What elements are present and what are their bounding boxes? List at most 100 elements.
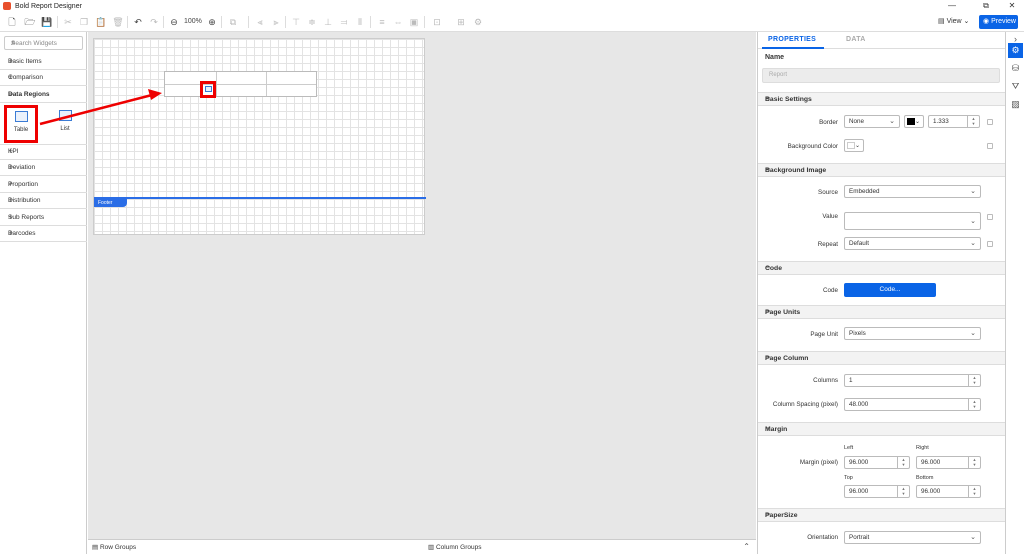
copy-icon[interactable]: ❐ — [78, 16, 90, 28]
minimize-button[interactable]: — — [942, 0, 962, 12]
align-left-icon[interactable]: ⫷ — [254, 16, 266, 28]
category-data-regions[interactable]: Data Regions − — [0, 87, 87, 103]
background-color-picker[interactable]: ⌄ — [844, 139, 864, 152]
close-button[interactable]: ✕ — [1002, 0, 1022, 12]
orientation-select[interactable]: Portrait ⌄ — [844, 531, 981, 544]
filter-icon[interactable]: ⛛ — [1008, 79, 1023, 94]
plus-icon: + — [8, 228, 14, 238]
spinner-icon[interactable]: ▲ ▼ — [967, 116, 979, 127]
cut-icon[interactable]: ✂ — [62, 16, 74, 28]
spinner-icon[interactable]: ▲ ▼ — [968, 486, 980, 497]
align-top-icon[interactable]: ⊤ — [290, 16, 302, 28]
save-icon[interactable]: 💾 — [41, 16, 53, 28]
section-basic-settings[interactable]: Basic Settings − — [758, 92, 1006, 106]
category-kpi[interactable]: KPI + — [0, 144, 87, 160]
image-icon[interactable]: ▨ — [1008, 97, 1023, 112]
border-width-input[interactable]: 1.333 ▲ ▼ — [928, 115, 980, 128]
zoom-level[interactable]: 100% — [184, 16, 202, 28]
tab-data[interactable]: DATA — [846, 36, 866, 43]
settings-icon[interactable]: ⚙ — [472, 16, 484, 28]
redo-icon[interactable]: ↷ — [148, 16, 160, 28]
open-folder-icon[interactable]: 🗁 — [24, 16, 36, 28]
spinner-icon[interactable]: ▲ ▼ — [897, 457, 909, 468]
page-unit-select[interactable]: Pixels ⌄ — [844, 327, 981, 340]
spinner-icon[interactable]: ▲ ▼ — [968, 375, 980, 386]
category-basic-items[interactable]: Basic Items + — [0, 54, 87, 70]
tab-properties[interactable]: PROPERTIES — [768, 36, 816, 43]
repeat-select[interactable]: Default ⌄ — [844, 237, 981, 250]
spinner-icon[interactable]: ▲ ▼ — [897, 486, 909, 497]
same-width-icon[interactable]: ⇔ — [392, 16, 404, 28]
gear-icon[interactable]: ⚙ — [1008, 43, 1023, 58]
maximize-button[interactable]: ⧉ — [976, 0, 996, 12]
spinner-icon[interactable]: ▲ ▼ — [968, 399, 980, 410]
section-background-image[interactable]: Background Image − — [758, 163, 1006, 177]
category-proportion[interactable]: Proportion + — [0, 177, 87, 193]
distribute-icon[interactable]: ⫴ — [354, 16, 366, 28]
value-input[interactable]: ⌄ — [844, 212, 981, 230]
snap-icon[interactable]: ⊡ — [431, 16, 443, 28]
view-dropdown[interactable]: ▤ View ⌄ — [938, 16, 969, 28]
zoom-out-icon[interactable]: ⊖ — [168, 16, 180, 28]
row-groups-button[interactable]: ▤ Row Groups — [92, 543, 136, 551]
margin-right-input[interactable]: 96.000 ▲ ▼ — [916, 456, 981, 469]
column-groups-button[interactable]: ▥ Column Groups — [428, 543, 481, 551]
table-report-item[interactable] — [164, 71, 317, 97]
properties-tabs: PROPERTIES DATA — [758, 32, 1006, 49]
zoom-in-icon[interactable]: ⊕ — [206, 16, 218, 28]
section-code[interactable]: Code − — [758, 261, 1006, 275]
border-checkbox[interactable] — [987, 119, 993, 125]
spinner-icon[interactable]: ▲ ▼ — [968, 457, 980, 468]
category-deviation[interactable]: Deviation + — [0, 160, 87, 176]
footer-label[interactable]: Footer — [94, 199, 127, 207]
table-widget[interactable]: Table — [4, 105, 38, 143]
category-barcodes[interactable]: Barcodes + — [0, 226, 87, 242]
section-margin[interactable]: Margin − — [758, 422, 1006, 436]
section-page-column[interactable]: Page Column − — [758, 351, 1006, 365]
grid-icon[interactable]: ⊞ — [455, 16, 467, 28]
delete-icon[interactable]: 🗑 — [112, 16, 124, 28]
background-color-checkbox[interactable] — [987, 143, 993, 149]
section-page-units[interactable]: Page Units − — [758, 305, 1006, 319]
search-widgets-input[interactable]: Search Widgets ⌕ — [4, 36, 83, 50]
align-bottom-icon[interactable]: ⊥ — [322, 16, 334, 28]
expand-icon[interactable]: ⌃ — [743, 542, 750, 551]
footer-divider[interactable] — [94, 197, 426, 199]
preview-label: Preview — [991, 18, 1016, 25]
database-icon[interactable]: ⛁ — [1008, 61, 1023, 76]
report-page[interactable]: Footer — [93, 38, 426, 235]
value-checkbox[interactable] — [987, 214, 993, 220]
preview-button[interactable]: ◉ Preview — [979, 15, 1018, 29]
same-size-icon[interactable]: ▣ — [408, 16, 420, 28]
margin-top-input[interactable]: 96.000 ▲ ▼ — [844, 485, 910, 498]
list-widget[interactable]: List — [50, 107, 80, 141]
repeat-checkbox[interactable] — [987, 241, 993, 247]
arrange-icon[interactable]: ⧉ — [227, 16, 239, 28]
category-distribution[interactable]: Distribution + — [0, 193, 87, 209]
widget-label: List — [60, 126, 70, 132]
margin-left-input[interactable]: 96.000 ▲ ▼ — [844, 456, 910, 469]
toolbar-divider — [57, 16, 58, 28]
same-height-icon[interactable]: ≡ — [376, 16, 388, 28]
category-sub-reports[interactable]: Sub Reports + — [0, 210, 87, 226]
border-color-picker[interactable]: ⌄ — [904, 115, 924, 128]
column-spacing-input[interactable]: 48.000 ▲ ▼ — [844, 398, 981, 411]
name-field[interactable]: Report — [762, 68, 1000, 83]
paste-icon[interactable]: 📋 — [95, 16, 107, 28]
code-button[interactable]: Code... — [844, 283, 936, 297]
undo-icon[interactable]: ↶ — [132, 16, 144, 28]
view-label: View — [946, 18, 962, 25]
margin-bottom-input[interactable]: 96.000 ▲ ▼ — [916, 485, 981, 498]
name-label: Name — [765, 54, 785, 61]
new-file-icon[interactable]: 🗋 — [6, 16, 18, 28]
align-center-icon[interactable]: ⫸ — [270, 16, 282, 28]
columns-input[interactable]: 1 ▲ ▼ — [844, 374, 981, 387]
title-bar: Bold Report Designer — [0, 0, 1024, 12]
section-paper-size[interactable]: PaperSize − — [758, 508, 1006, 522]
border-style-select[interactable]: None ⌄ — [844, 115, 900, 128]
category-comparison[interactable]: Comparison + — [0, 70, 87, 86]
align-middle-icon[interactable]: ≑ — [306, 16, 318, 28]
align-right-icon[interactable]: ⫤ — [338, 16, 350, 28]
list-icon — [58, 110, 72, 121]
source-select[interactable]: Embedded ⌄ — [844, 185, 981, 198]
